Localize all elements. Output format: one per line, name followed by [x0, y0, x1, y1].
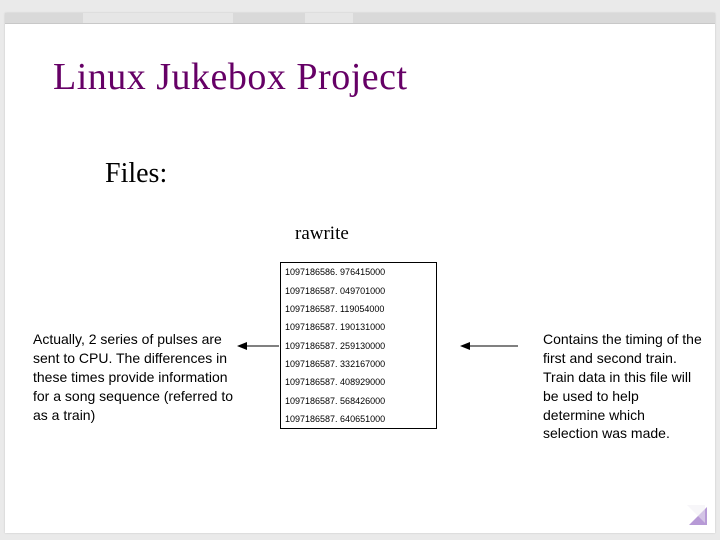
accent-seg	[83, 13, 233, 23]
file-label: rawrite	[295, 223, 349, 245]
annotation-right: Contains the timing of the first and sec…	[543, 330, 703, 443]
timestamp-row: 1097186587. 259130000	[281, 337, 436, 355]
timestamp-box: 1097186586. 976415000 1097186587. 049701…	[280, 262, 437, 429]
page-curl-icon	[687, 505, 707, 525]
section-heading: Files:	[105, 158, 167, 190]
timestamp-row: 1097186587. 190131000	[281, 318, 436, 336]
arrow-right-icon	[460, 339, 520, 353]
slide: Linux Jukebox Project Files: rawrite 109…	[5, 13, 715, 533]
accent-seg	[305, 13, 353, 23]
timestamp-row: 1097186586. 976415000	[281, 263, 436, 281]
timestamp-row: 1097186587. 640651000	[281, 410, 436, 428]
top-accent-bar	[5, 13, 715, 24]
timestamp-row: 1097186587. 119054000	[281, 300, 436, 318]
timestamp-row: 1097186587. 568426000	[281, 392, 436, 410]
annotation-left: Actually, 2 series of pulses are sent to…	[33, 330, 238, 424]
timestamp-row: 1097186587. 049701000	[281, 281, 436, 299]
timestamp-row: 1097186587. 408929000	[281, 373, 436, 391]
page-title: Linux Jukebox Project	[53, 55, 408, 99]
timestamp-row: 1097186587. 332167000	[281, 355, 436, 373]
arrow-left-icon	[237, 339, 281, 353]
